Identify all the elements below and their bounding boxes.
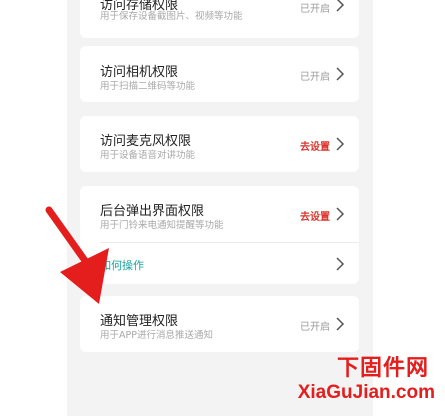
watermark-en: XiaGuJian.com (297, 382, 435, 403)
watermark-cn: 下固件网 (336, 355, 429, 381)
watermark-logo: 下固件网 XiaGuJian.com (298, 350, 435, 404)
